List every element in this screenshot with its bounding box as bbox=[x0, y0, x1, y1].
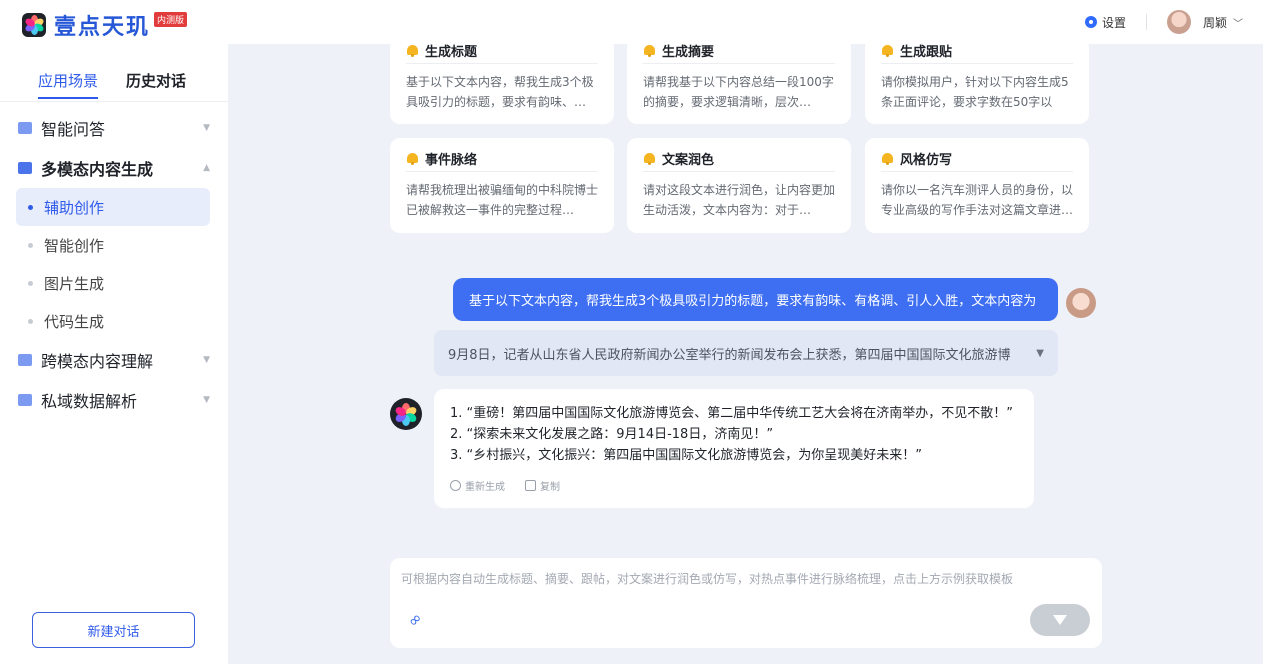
top-bar: 壹点天玑 内测版 设置 周颖 ﹀ bbox=[0, 0, 1263, 44]
reply-line: 1. “重磅！第四届中国国际文化旅游博览会、第二届中华传统工艺大会将在济南举办，… bbox=[450, 406, 1014, 421]
bell-icon bbox=[881, 44, 894, 57]
caret-down-icon: ▼ bbox=[203, 355, 210, 365]
bell-icon bbox=[643, 44, 656, 57]
folder-icon bbox=[18, 394, 32, 406]
sidebar-item-image-gen[interactable]: 图片生成 bbox=[0, 264, 228, 302]
sidebar-menu: 智能问答 ▼ 多模态内容生成 ▲ 辅助创作 智能创作 图片生成 代码生成 跨模态… bbox=[0, 108, 228, 420]
prompt-card-summary[interactable]: 生成摘要 请帮我基于以下内容总结一段100字的摘要，要求逻辑清晰，层次… bbox=[627, 38, 851, 124]
gear-icon bbox=[1084, 16, 1097, 28]
bot-reply: 1. “重磅！第四届中国国际文化旅游博览会、第二届中华传统工艺大会将在济南举办，… bbox=[434, 389, 1034, 508]
username: 周颖 bbox=[1202, 15, 1227, 30]
bullet-dot bbox=[28, 204, 33, 210]
card-text: 请帮我基于以下内容总结一段100字的摘要，要求逻辑清晰，层次… bbox=[643, 75, 834, 109]
user-avatar bbox=[1066, 288, 1096, 318]
sidebar-item-label: 智能创作 bbox=[44, 236, 105, 255]
beta-badge: 内测版 bbox=[154, 11, 188, 27]
reply-actions: 重新生成 复制 bbox=[450, 478, 1018, 493]
bullet-dot bbox=[28, 280, 33, 286]
sidebar-item-assisted-writing[interactable]: 辅助创作 bbox=[16, 188, 210, 226]
tab-history[interactable]: 历史对话 bbox=[126, 70, 186, 99]
sidebar-group-multimodal-gen[interactable]: 多模态内容生成 ▲ bbox=[0, 148, 228, 188]
prompt-card-comments[interactable]: 生成跟贴 请你模拟用户，针对以下内容生成5条正面评论，要求字数在50字以内，… bbox=[865, 38, 1089, 124]
card-text: 基于以下文本内容，帮我生成3个极具吸引力的标题，要求有韵味、… bbox=[406, 75, 594, 109]
caret-up-icon: ▲ bbox=[203, 163, 210, 173]
sidebar-item-smart-writing[interactable]: 智能创作 bbox=[0, 226, 228, 264]
user-menu[interactable]: 周颖 ﹀ bbox=[1203, 14, 1243, 31]
reply-line: 2. “探索未来文化发展之路：9月14日-18日，济南见！” bbox=[450, 427, 774, 442]
logo[interactable]: 壹点天玑 内测版 bbox=[22, 9, 188, 41]
send-icon bbox=[1053, 615, 1067, 625]
logo-icon bbox=[22, 13, 46, 37]
sidebar-item-code-gen[interactable]: 代码生成 bbox=[0, 302, 228, 340]
bullet-dot bbox=[28, 318, 33, 324]
header-divider bbox=[1145, 14, 1147, 30]
copy-icon bbox=[525, 480, 536, 491]
sidebar: 应用场景 历史对话 智能问答 ▼ 多模态内容生成 ▲ 辅助创作 智能创作 图片生… bbox=[0, 44, 228, 664]
regenerate-label: 重新生成 bbox=[465, 482, 505, 493]
sidebar-group-private-data[interactable]: 私域数据解析 ▼ bbox=[0, 380, 228, 420]
bell-icon bbox=[881, 152, 894, 165]
sidebar-item-label: 辅助创作 bbox=[44, 198, 105, 217]
avatar[interactable] bbox=[1166, 10, 1191, 34]
regenerate-button[interactable]: 重新生成 bbox=[450, 478, 505, 493]
header-actions: 设置 周颖 ﹀ bbox=[1084, 0, 1243, 44]
sidebar-group-label: 多模态内容生成 bbox=[41, 160, 154, 179]
expand-caret-icon[interactable]: ▼ bbox=[1036, 348, 1044, 359]
tab-scenarios[interactable]: 应用场景 bbox=[38, 70, 99, 99]
sidebar-tabs: 应用场景 历史对话 bbox=[38, 70, 186, 99]
file-icon bbox=[18, 354, 32, 366]
sidebar-group-cross-modal[interactable]: 跨模态内容理解 ▼ bbox=[0, 340, 228, 380]
copy-label: 复制 bbox=[540, 482, 560, 493]
card-title: 文案润色 bbox=[662, 153, 715, 168]
card-text: 请你模拟用户，针对以下内容生成5条正面评论，要求字数在50字以内，… bbox=[881, 75, 1069, 109]
card-title: 事件脉络 bbox=[425, 153, 478, 168]
chevron-down-icon: ﹀ bbox=[1233, 18, 1243, 30]
settings-label: 设置 bbox=[1101, 15, 1126, 30]
bell-icon bbox=[406, 44, 419, 57]
prompt-card-style[interactable]: 风格仿写 请你以一名汽车测评人员的身份，以专业高级的写作手法对这篇文章进… bbox=[865, 138, 1089, 233]
bell-icon bbox=[406, 152, 419, 165]
caret-down-icon: ▼ bbox=[203, 123, 210, 133]
card-text: 请对这段文本进行润色，让内容更加生动活泼，文本内容为：对于… bbox=[643, 183, 835, 217]
sidebar-group-qa[interactable]: 智能问答 ▼ bbox=[0, 108, 228, 148]
card-title: 风格仿写 bbox=[900, 153, 953, 168]
card-text: 请帮我梳理出被骗缅甸的中科院博士已被解救这一事件的完整过程… bbox=[406, 183, 598, 217]
quoted-text-panel[interactable]: 9月8日，记者从山东省人民政府新闻办公室举行的新闻发布会上获悉，第四届中国国际文… bbox=[434, 330, 1058, 376]
attach-link-icon[interactable]: ∞ bbox=[403, 608, 426, 631]
reply-line: 3. “乡村振兴，文化振兴：第四届中国国际文化旅游博览会，为你呈现美好未来！” bbox=[450, 448, 923, 463]
tab-divider bbox=[0, 101, 228, 102]
composer: ∞ bbox=[390, 558, 1102, 648]
sidebar-item-label: 代码生成 bbox=[44, 312, 105, 331]
sidebar-group-label: 智能问答 bbox=[41, 120, 106, 139]
sidebar-item-label: 图片生成 bbox=[44, 274, 105, 293]
prompt-card-title[interactable]: 生成标题 基于以下文本内容，帮我生成3个极具吸引力的标题，要求有韵味、… bbox=[390, 38, 614, 124]
sidebar-group-label: 私域数据解析 bbox=[41, 392, 138, 411]
bot-avatar bbox=[390, 398, 422, 430]
user-message: 基于以下文本内容，帮我生成3个极具吸引力的标题，要求有韵味、有格调、引人入胜，文… bbox=[453, 278, 1058, 321]
chat-bubble-icon bbox=[18, 122, 32, 134]
new-chat-button[interactable]: 新建对话 bbox=[32, 612, 195, 648]
bullet-dot bbox=[28, 242, 33, 248]
card-text: 请你以一名汽车测评人员的身份，以专业高级的写作手法对这篇文章进… bbox=[881, 183, 1073, 217]
prompt-card-timeline[interactable]: 事件脉络 请帮我梳理出被骗缅甸的中科院博士已被解救这一事件的完整过程… bbox=[390, 138, 614, 233]
settings-button[interactable]: 设置 bbox=[1084, 14, 1126, 31]
bell-icon bbox=[643, 152, 656, 165]
prompt-card-polish[interactable]: 文案润色 请对这段文本进行润色，让内容更加生动活泼，文本内容为：对于… bbox=[627, 138, 851, 233]
caret-down-icon: ▼ bbox=[203, 395, 210, 405]
copy-button[interactable]: 复制 bbox=[525, 478, 560, 493]
quoted-text: 9月8日，记者从山东省人民政府新闻办公室举行的新闻发布会上获悉，第四届中国国际文… bbox=[448, 347, 1011, 363]
refresh-icon bbox=[450, 480, 461, 491]
document-icon bbox=[18, 162, 32, 174]
brand-name: 壹点天玑 bbox=[54, 15, 151, 40]
sidebar-group-label: 跨模态内容理解 bbox=[41, 352, 154, 371]
message-input[interactable] bbox=[401, 572, 1081, 586]
send-button[interactable] bbox=[1030, 604, 1090, 636]
